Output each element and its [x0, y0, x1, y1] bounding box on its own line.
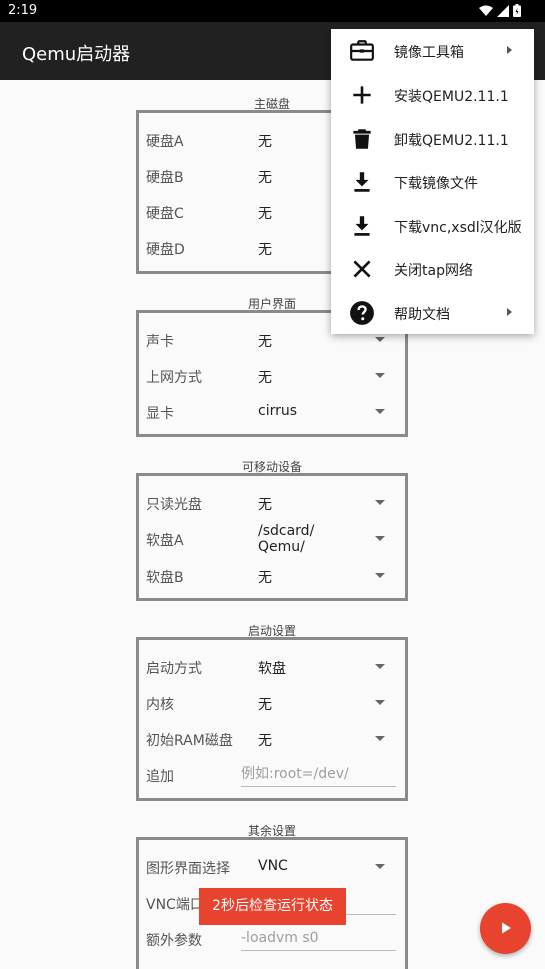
dropdown-arrow-icon — [375, 373, 385, 378]
menu-item-image-toolbox[interactable]: 镜像工具箱 — [331, 29, 534, 72]
value-line-2: Qemu/ — [258, 539, 305, 555]
extra-args-input[interactable] — [241, 925, 396, 951]
menu-item-label: 帮助文档 — [394, 307, 450, 323]
toast-message: 2秒后检查运行状态 — [199, 888, 346, 925]
dropdown-arrow-icon — [375, 500, 385, 505]
row-value: 软盘 — [258, 661, 286, 677]
row-label: 追加 — [146, 769, 174, 785]
signal-icon — [497, 4, 509, 17]
menu-item-close-tap[interactable]: 关闭tap网络 — [331, 247, 534, 290]
row-label: 上网方式 — [146, 370, 202, 386]
help-icon — [350, 301, 374, 325]
row-label: 硬盘B — [146, 170, 184, 186]
row-display-select[interactable]: 图形界面选择 VNC — [139, 849, 405, 885]
row-value: 无 — [258, 370, 272, 386]
trash-icon — [353, 129, 371, 149]
row-label: 图形界面选择 — [146, 861, 230, 877]
row-label: 显卡 — [146, 406, 174, 422]
row-label: 声卡 — [146, 334, 174, 350]
menu-item-uninstall-qemu[interactable]: 卸载QEMU2.11.1 — [331, 117, 534, 160]
submenu-arrow-icon — [507, 46, 512, 54]
row-value: /sdcard/Qemu/ — [258, 523, 314, 555]
row-label: 硬盘A — [146, 134, 184, 150]
row-cdrom[interactable]: 只读光盘 无 — [139, 485, 405, 521]
row-extra-args: 额外参数 — [139, 921, 405, 957]
submenu-arrow-icon — [507, 308, 512, 316]
menu-item-label: 关闭tap网络 — [394, 263, 473, 279]
row-value: 无 — [258, 733, 272, 749]
row-value: cirrus — [258, 403, 298, 419]
row-value: 无 — [258, 697, 272, 713]
row-boot-method[interactable]: 启动方式 软盘 — [139, 649, 405, 685]
row-value: 无 — [258, 570, 272, 586]
row-label: 硬盘C — [146, 206, 184, 222]
dropdown-arrow-icon — [375, 664, 385, 669]
row-label: 硬盘D — [146, 242, 185, 258]
row-label: 软盘B — [146, 570, 184, 586]
menu-item-install-qemu[interactable]: 安装QEMU2.11.1 — [331, 73, 534, 116]
panel-removable: 只读光盘 无 软盘A /sdcard/Qemu/ 软盘B 无 — [136, 473, 408, 601]
value-line-1: /sdcard/ — [258, 523, 315, 539]
dropdown-arrow-icon — [375, 736, 385, 741]
close-icon — [353, 260, 371, 278]
menu-item-label: 卸载QEMU2.11.1 — [394, 133, 509, 149]
menu-item-download-image[interactable]: 下载镜像文件 — [331, 160, 534, 203]
download-icon — [354, 172, 370, 192]
row-initrd[interactable]: 初始RAM磁盘 无 — [139, 721, 405, 757]
dropdown-arrow-icon — [375, 536, 385, 541]
row-value: 无 — [258, 242, 272, 258]
row-label: 内核 — [146, 697, 174, 713]
row-value: 无 — [258, 206, 272, 222]
dropdown-arrow-icon — [375, 864, 385, 869]
panel-boot: 启动方式 软盘 内核 无 初始RAM磁盘 无 追加 — [136, 637, 408, 801]
row-value: 无 — [258, 497, 272, 513]
row-label: 启动方式 — [146, 661, 202, 677]
row-label: 只读光盘 — [146, 497, 202, 513]
menu-item-help-docs[interactable]: 帮助文档 — [331, 291, 534, 334]
row-label: 额外参数 — [146, 933, 202, 949]
dropdown-arrow-icon — [375, 573, 385, 578]
menu-item-label: 安装QEMU2.11.1 — [394, 89, 509, 105]
menu-item-label: 下载镜像文件 — [394, 176, 478, 192]
append-input[interactable] — [241, 761, 396, 787]
dropdown-arrow-icon — [375, 700, 385, 705]
row-kernel[interactable]: 内核 无 — [139, 685, 405, 721]
row-value: 无 — [258, 134, 272, 150]
download-icon — [354, 216, 370, 236]
row-append: 追加 — [139, 757, 405, 793]
row-value: VNC — [258, 858, 288, 874]
row-floppy-b[interactable]: 软盘B 无 — [139, 558, 405, 594]
run-fab-button[interactable] — [480, 903, 531, 954]
status-time: 2:19 — [8, 3, 38, 18]
menu-item-label: 镜像工具箱 — [394, 45, 464, 61]
play-icon — [502, 922, 511, 934]
row-value: 无 — [258, 170, 272, 186]
row-value: 无 — [258, 334, 272, 350]
menu-item-download-vnc-xsdl[interactable]: 下载vnc,xsdl汉化版 — [331, 204, 534, 247]
dropdown-arrow-icon — [375, 409, 385, 414]
wifi-icon — [479, 5, 493, 16]
row-floppy-a[interactable]: 软盘A /sdcard/Qemu/ — [139, 521, 405, 557]
row-label: 初始RAM磁盘 — [146, 733, 233, 749]
row-network[interactable]: 上网方式 无 — [139, 358, 405, 394]
battery-icon — [513, 4, 521, 17]
dropdown-arrow-icon — [375, 337, 385, 342]
plus-icon — [353, 86, 371, 104]
menu-item-label: 下载vnc,xsdl汉化版 — [394, 220, 522, 236]
row-label: VNC端口 — [146, 897, 204, 913]
app-title: Qemu启动器 — [22, 44, 131, 65]
toolbox-icon — [350, 40, 374, 61]
row-label: 软盘A — [146, 533, 184, 549]
system-icons — [479, 4, 521, 17]
row-graphics-card[interactable]: 显卡 cirrus — [139, 394, 405, 430]
overflow-menu: 镜像工具箱 安装QEMU2.11.1 卸载QEMU2.11.1 下载镜像文件 下… — [331, 29, 534, 334]
status-bar: 2:19 — [0, 0, 545, 22]
